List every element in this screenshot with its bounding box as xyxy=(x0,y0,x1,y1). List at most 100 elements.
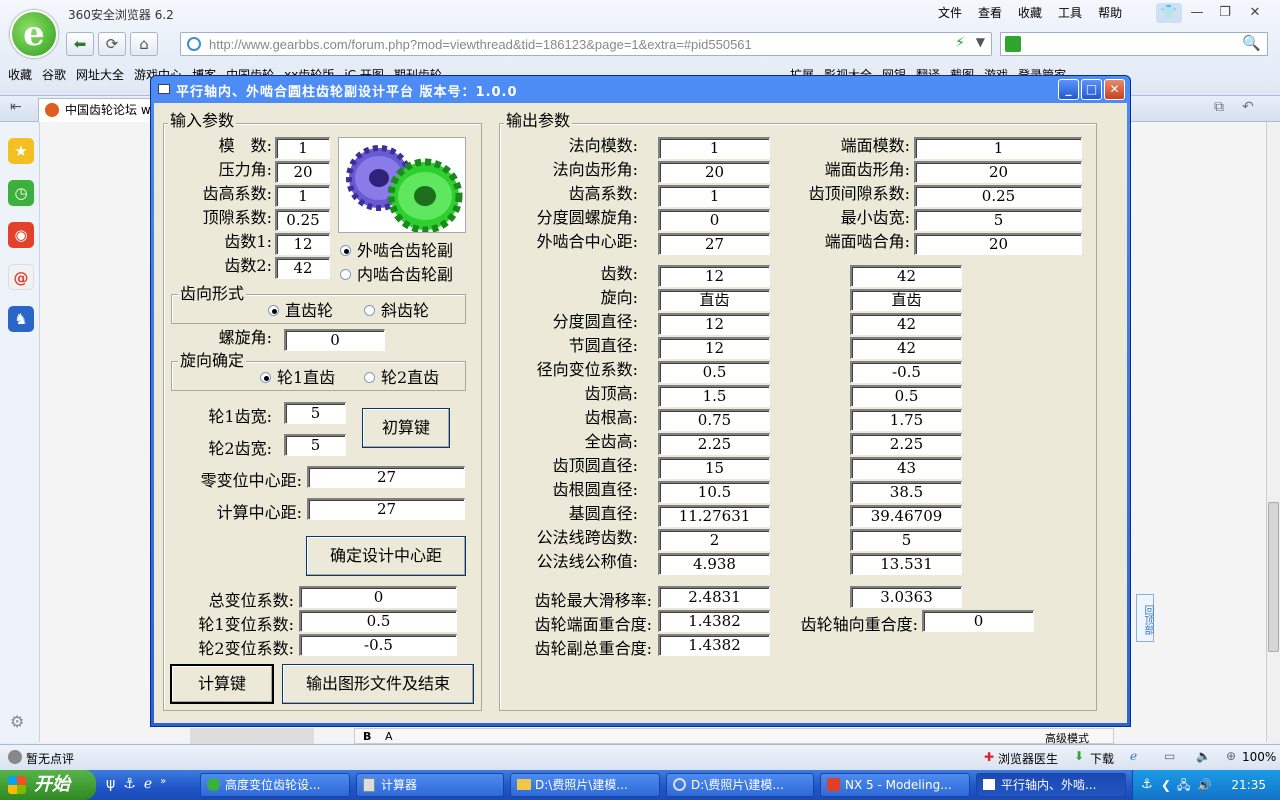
normal-pressure-angle-field[interactable]: 20 xyxy=(658,161,770,183)
menu-tools[interactable]: 工具 xyxy=(1050,4,1090,22)
gear2-param-field[interactable]: 39.46709 xyxy=(850,505,962,527)
refresh-icon[interactable]: ⟳ xyxy=(98,32,126,56)
clearance-coeff-field[interactable]: 0.25 xyxy=(275,209,330,231)
gear2-param-field[interactable]: 42 xyxy=(850,337,962,359)
mail-icon[interactable]: @ xyxy=(8,264,34,290)
gear2-param-field[interactable]: 13.531 xyxy=(850,553,962,575)
width1-field[interactable]: 5 xyxy=(284,402,346,424)
gear1-param-field[interactable]: 2 xyxy=(658,529,770,551)
clock[interactable]: 21:35 xyxy=(1231,778,1266,792)
transverse-pressure-angle-field[interactable]: 20 xyxy=(914,161,1082,183)
browser-doctor-link[interactable]: 浏览器医生 xyxy=(998,750,1058,767)
total-shift-field[interactable]: 0 xyxy=(299,586,457,608)
bold-icon[interactable]: B xyxy=(363,730,371,743)
minimize-browser-button[interactable]: — xyxy=(1184,3,1210,23)
total-contact-field[interactable]: 1.4382 xyxy=(658,634,770,656)
close-browser-button[interactable]: ✕ xyxy=(1242,3,1268,23)
taskbar-item[interactable]: 高度变位齿轮设... xyxy=(200,773,350,797)
helix-angle-field[interactable]: 0 xyxy=(284,329,385,351)
out-addendum-coeff-field[interactable]: 1 xyxy=(658,185,770,207)
chevron-down-icon[interactable]: ▼ xyxy=(976,35,985,49)
max-slip2-field[interactable]: 3.0363 xyxy=(850,586,962,608)
gear2-param-field[interactable]: 42 xyxy=(850,313,962,335)
start-button[interactable]: 开始 xyxy=(0,770,96,800)
pressure-angle-field[interactable]: 20 xyxy=(275,161,330,183)
precalc-button[interactable]: 初算键 xyxy=(362,408,450,448)
anchor-icon[interactable]: ⚓ xyxy=(123,776,136,792)
font-color-icon[interactable]: A xyxy=(385,730,393,743)
axial-contact-field[interactable]: 0 xyxy=(922,610,1034,632)
status-left-text[interactable]: 暂无点评 xyxy=(26,750,74,767)
minimize-button[interactable]: _ xyxy=(1058,79,1079,100)
menu-view[interactable]: 查看 xyxy=(970,4,1010,22)
confirm-center-button[interactable]: 确定设计中心距 xyxy=(306,536,466,576)
tray-arrow-icon[interactable]: ❮ xyxy=(1161,770,1171,800)
gear1-param-field[interactable]: 12 xyxy=(658,313,770,335)
module-field[interactable]: 1 xyxy=(275,137,330,159)
external-mesh-radio[interactable]: 外啮合齿轮副 xyxy=(340,241,453,261)
gear2-param-field[interactable]: 42 xyxy=(850,265,962,287)
taskbar-item-active[interactable]: 平行轴内、外啮... xyxy=(976,773,1126,797)
taskbar-item[interactable]: 计算器 xyxy=(356,773,504,797)
gear1-param-field[interactable]: 1.5 xyxy=(658,385,770,407)
shift2-field[interactable]: -0.5 xyxy=(299,634,457,656)
undo-close-icon[interactable]: ↶ xyxy=(1242,99,1254,115)
settings-gear-icon[interactable]: ⚙ xyxy=(10,712,24,731)
menu-favorites[interactable]: 收藏 xyxy=(1010,4,1050,22)
zero-shift-center-field[interactable]: 27 xyxy=(307,466,465,488)
taskbar-item[interactable]: D:\费照片\建模... xyxy=(510,773,660,797)
ie-quick-icon[interactable]: ℯ xyxy=(144,776,152,792)
address-bar[interactable]: http://www.gearbbs.com/forum.php?mod=vie… xyxy=(180,32,992,56)
transverse-working-angle-field[interactable]: 20 xyxy=(914,233,1082,255)
helical-gear-radio[interactable]: 斜齿轮 xyxy=(364,301,429,321)
gear1-param-field[interactable]: 直齿 xyxy=(658,289,770,311)
bookmark-item[interactable]: 收藏 xyxy=(8,66,32,83)
quick-launch-icon[interactable]: ψ xyxy=(106,776,115,792)
skin-icon[interactable]: 👕 xyxy=(1156,3,1182,23)
width2-field[interactable]: 5 xyxy=(284,434,346,456)
gear2-param-field[interactable]: 5 xyxy=(850,529,962,551)
bookmark-item[interactable]: 网址大全 xyxy=(76,66,124,83)
qq-icon[interactable]: ♞ xyxy=(8,306,34,332)
search-engine-icon[interactable] xyxy=(1005,36,1021,52)
gear2-param-field[interactable]: 0.5 xyxy=(850,385,962,407)
tray-network-icon[interactable]: 🖧 xyxy=(1177,770,1190,800)
shift1-field[interactable]: 0.5 xyxy=(299,610,457,632)
min-face-width-field[interactable]: 5 xyxy=(914,209,1082,231)
teeth1-field[interactable]: 12 xyxy=(275,233,330,255)
gear1-direction-radio[interactable]: 轮1直齿 xyxy=(260,368,335,388)
close-button[interactable]: ✕ xyxy=(1104,79,1125,100)
gear1-param-field[interactable]: 11.27631 xyxy=(658,505,770,527)
back-icon[interactable]: ⬅ xyxy=(66,32,94,56)
addendum-coeff-field[interactable]: 1 xyxy=(275,185,330,207)
gear2-param-field[interactable]: -0.5 xyxy=(850,361,962,383)
export-and-exit-button[interactable]: 输出图形文件及结束 xyxy=(282,664,474,704)
tip-clearance-coeff-field[interactable]: 0.25 xyxy=(914,185,1082,207)
gear1-param-field[interactable]: 0.75 xyxy=(658,409,770,431)
gear1-param-field[interactable]: 0.5 xyxy=(658,361,770,383)
gear2-param-field[interactable]: 38.5 xyxy=(850,481,962,503)
gear1-param-field[interactable]: 15 xyxy=(658,457,770,479)
search-icon[interactable]: 🔍 xyxy=(1242,34,1261,52)
new-window-icon[interactable]: ⧉ xyxy=(1214,99,1224,115)
speaker-icon[interactable]: 🔈 xyxy=(1196,749,1211,763)
calculate-button[interactable]: 计算键 xyxy=(170,664,274,704)
spur-gear-radio[interactable]: 直齿轮 xyxy=(268,301,333,321)
bookmark-item[interactable]: 谷歌 xyxy=(42,66,66,83)
gear2-direction-radio[interactable]: 轮2直齿 xyxy=(364,368,439,388)
gear2-param-field[interactable]: 2.25 xyxy=(850,433,962,455)
lightning-icon[interactable]: ⚡ xyxy=(955,35,965,51)
window-icon[interactable]: ▭ xyxy=(1164,749,1175,763)
max-slip1-field[interactable]: 2.4831 xyxy=(658,586,770,608)
normal-module-field[interactable]: 1 xyxy=(658,137,770,159)
gear1-param-field[interactable]: 2.25 xyxy=(658,433,770,455)
gear2-param-field[interactable]: 直齿 xyxy=(850,289,962,311)
scrollbar-thumb[interactable] xyxy=(1268,502,1279,652)
tray-volume-icon[interactable]: 🔊 xyxy=(1197,770,1212,800)
menu-help[interactable]: 帮助 xyxy=(1090,4,1130,22)
menu-file[interactable]: 文件 xyxy=(930,4,970,22)
taskbar-item[interactable]: D:\费照片\建模... xyxy=(666,773,814,797)
maximize-button[interactable]: □ xyxy=(1081,79,1102,100)
back-to-top-button[interactable]: 回顶部 xyxy=(1136,594,1154,642)
gear1-param-field[interactable]: 4.938 xyxy=(658,553,770,575)
